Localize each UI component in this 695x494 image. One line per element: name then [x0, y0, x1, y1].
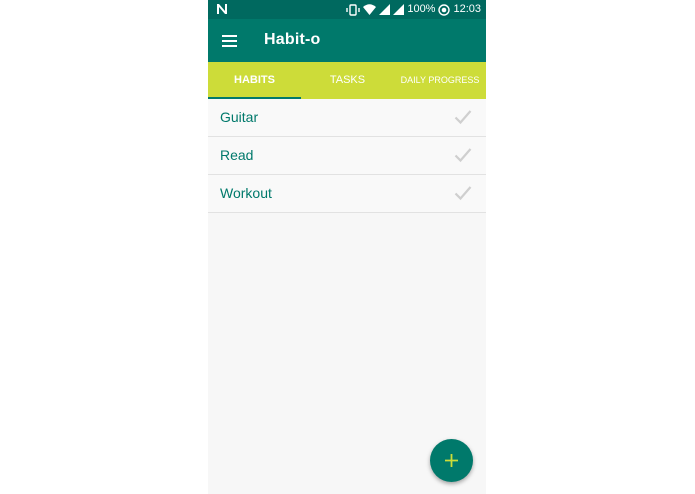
hamburger-menu-icon[interactable]	[220, 31, 240, 51]
app-bar: Habit-o	[208, 19, 486, 62]
vibrate-icon	[346, 3, 361, 16]
tab-habits[interactable]: HABITS	[208, 62, 301, 99]
check-icon[interactable]	[454, 109, 472, 125]
tab-daily-progress[interactable]: DAILY PROGRESS	[394, 62, 486, 99]
wifi-icon	[363, 4, 377, 15]
signal-icon	[393, 4, 405, 15]
clock-time: 12:03	[453, 3, 481, 15]
check-icon[interactable]	[454, 147, 472, 163]
tab-bar: HABITS TASKS DAILY PROGRESS	[208, 62, 486, 99]
status-bar: 100% 12:03	[208, 0, 486, 19]
status-icons: 100% 12:03	[346, 2, 481, 17]
habit-label: Read	[220, 147, 254, 163]
list-item[interactable]: Read	[208, 137, 486, 175]
app-title: Habit-o	[264, 31, 321, 48]
tab-tasks[interactable]: TASKS	[301, 62, 394, 99]
check-icon[interactable]	[454, 185, 472, 201]
add-habit-button[interactable]	[430, 439, 473, 482]
plus-icon	[445, 454, 458, 467]
habit-label: Workout	[220, 185, 272, 201]
phone-screen: 100% 12:03 Habit-o HABITS TASKS DAILY PR…	[208, 0, 486, 494]
battery-percent: 100%	[407, 3, 436, 15]
habit-label: Guitar	[220, 109, 259, 125]
nfc-icon	[217, 4, 227, 14]
habit-list: Guitar Read Workout	[208, 99, 486, 213]
sync-icon	[438, 3, 451, 16]
list-item[interactable]: Guitar	[208, 99, 486, 137]
signal-icon	[379, 4, 391, 15]
list-item[interactable]: Workout	[208, 175, 486, 213]
